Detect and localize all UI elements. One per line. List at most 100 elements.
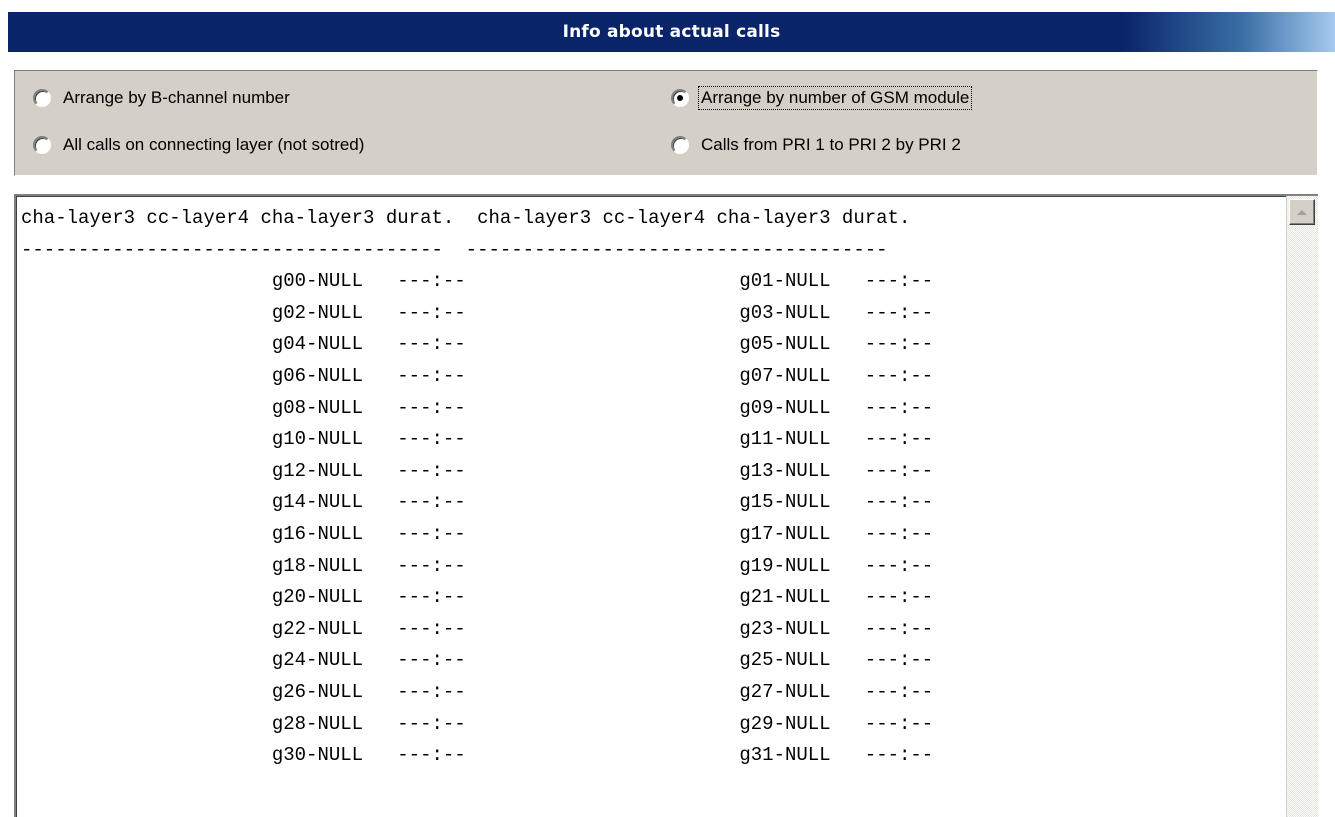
left-module-cell: g22-NULL [271,617,364,640]
radio-calls-pri1-to-pri2[interactable]: Calls from PRI 1 to PRI 2 by PRI 2 [671,132,963,158]
left-duration-cell: ---:-- [397,554,466,577]
right-duration-cell: ---:-- [864,586,934,609]
info-window: Info about actual calls Arrange by B-cha… [0,0,1335,817]
radio-label[interactable]: Arrange by B-channel number [61,87,292,109]
right-duration-cell: ---:-- [864,364,934,387]
table-row: g26-NULL ---:-- g27-NULL ---:-- [21,681,933,703]
table-row: g24-NULL ---:-- g25-NULL ---:-- [21,649,933,671]
right-module-cell: g31-NULL [739,744,831,767]
left-duration-cell: ---:-- [397,491,466,514]
cell-gap [466,270,740,292]
cell-gap [363,491,397,513]
table-row: g22-NULL ---:-- g23-NULL ---:-- [21,618,933,640]
radio-label[interactable]: Calls from PRI 1 to PRI 2 by PRI 2 [699,134,963,156]
radio-label[interactable]: All calls on connecting layer (not sotre… [61,134,366,156]
radio-button-icon[interactable] [33,136,51,154]
left-duration-cell: ---:-- [397,301,466,324]
left-module-cell: g20-NULL [271,586,364,609]
left-duration-cell: ---:-- [397,459,466,482]
cell-gap [831,428,865,450]
cell-gap [363,270,397,292]
cell-gap [831,713,865,735]
cell-gap [466,428,740,450]
table-row: g14-NULL ---:-- g15-NULL ---:-- [21,491,933,513]
radio-button-icon[interactable] [33,89,51,107]
right-duration-cell: ---:-- [864,522,934,545]
cell-gap [466,397,740,419]
left-duration-cell: ---:-- [397,712,466,735]
radio-button-checked-icon[interactable] [671,89,689,107]
cell-gap [363,555,397,577]
cell-gap [831,491,865,513]
right-module-cell: g27-NULL [739,680,831,703]
radio-arrange-by-gsm-module[interactable]: Arrange by number of GSM module [671,85,973,111]
left-duration-cell: ---:-- [397,428,466,451]
cell-gap [831,744,865,766]
left-module-cell: g16-NULL [271,522,364,545]
cell-gap [466,491,740,513]
left-module-cell: g08-NULL [271,396,364,419]
cell-gap [466,460,740,482]
cell-gap [363,523,397,545]
left-module-cell: g00-NULL [271,270,364,293]
title-bar: Info about actual calls [8,12,1335,52]
calls-list-box[interactable]: cha-layer3 cc-layer4 cha-layer3 durat. c… [14,194,1318,817]
arrow-up-icon [1297,209,1307,215]
calls-list-content: cha-layer3 cc-layer4 cha-layer3 durat. c… [16,196,1286,817]
cell-gap [363,649,397,671]
cell-gap [831,460,865,482]
cell-gap [363,460,397,482]
right-duration-cell: ---:-- [864,491,934,514]
calls-list-separator: ------------------------------------- --… [21,238,888,261]
vertical-scrollbar[interactable] [1286,196,1318,817]
radio-button-icon[interactable] [671,136,689,154]
radio-label[interactable]: Arrange by number of GSM module [697,86,973,110]
cell-gap [466,618,740,640]
right-duration-cell: ---:-- [864,333,934,356]
table-row: g20-NULL ---:-- g21-NULL ---:-- [21,586,933,608]
left-duration-cell: ---:-- [397,744,466,767]
right-module-cell: g21-NULL [739,586,831,609]
cell-gap [831,649,865,671]
left-module-cell: g14-NULL [271,491,364,514]
left-module-cell: g24-NULL [271,649,364,672]
cell-gap [363,681,397,703]
cell-gap [363,397,397,419]
table-row: g28-NULL ---:-- g29-NULL ---:-- [21,713,933,735]
calls-list-header: cha-layer3 cc-layer4 cha-layer3 durat. c… [21,207,911,229]
right-module-cell: g09-NULL [739,396,831,419]
cell-gap [831,397,865,419]
right-module-cell: g03-NULL [739,301,831,324]
cell-gap [363,713,397,735]
right-duration-cell: ---:-- [864,554,934,577]
scroll-up-button[interactable] [1289,199,1315,225]
radio-arrange-by-b-channel[interactable]: Arrange by B-channel number [33,85,292,111]
cell-gap [466,713,740,735]
right-module-cell: g19-NULL [739,554,831,577]
right-module-cell: g13-NULL [739,459,831,482]
left-module-cell: g18-NULL [271,554,364,577]
table-row: g08-NULL ---:-- g09-NULL ---:-- [21,397,933,419]
right-module-cell: g01-NULL [739,270,831,293]
cell-gap [466,681,740,703]
cell-gap [466,523,740,545]
left-module-cell: g02-NULL [271,301,364,324]
radio-all-calls-connecting-layer[interactable]: All calls on connecting layer (not sotre… [33,132,366,158]
right-duration-cell: ---:-- [864,649,934,672]
right-duration-cell: ---:-- [864,680,934,703]
cell-gap [363,428,397,450]
cell-gap [466,365,740,387]
left-duration-cell: ---:-- [397,364,466,387]
table-row: g30-NULL ---:-- g31-NULL ---:-- [21,744,933,766]
calls-list-text: cha-layer3 cc-layer4 cha-layer3 durat. c… [21,203,933,772]
right-duration-cell: ---:-- [864,744,934,767]
right-duration-cell: ---:-- [864,712,934,735]
cell-gap [466,302,740,324]
left-duration-cell: ---:-- [397,333,466,356]
right-module-cell: g25-NULL [739,649,831,672]
cell-gap [363,365,397,387]
window-title: Info about actual calls [562,22,781,42]
cell-gap [831,618,865,640]
left-duration-cell: ---:-- [397,396,466,419]
cell-gap [363,744,397,766]
